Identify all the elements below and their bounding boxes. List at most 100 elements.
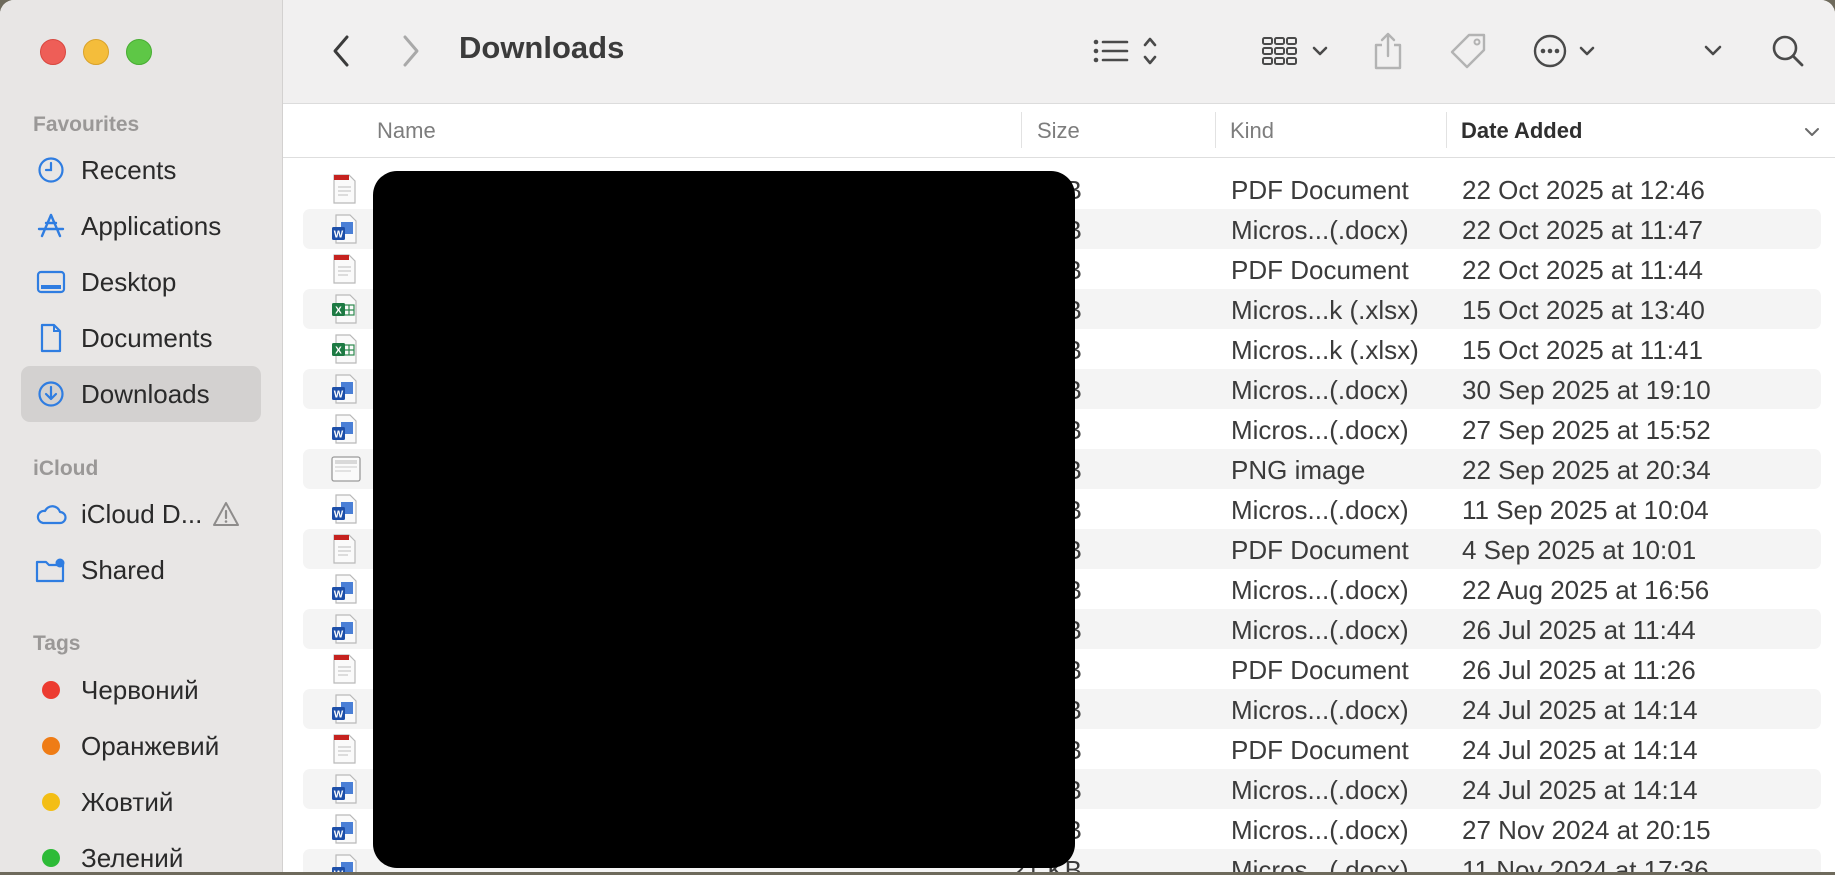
tag-color-dot (33, 849, 69, 867)
file-kind: Micros...(.docx) (1231, 375, 1409, 405)
file-kind: PDF Document (1231, 175, 1409, 205)
sidebar-item-icloud-drive[interactable]: iCloud D... (21, 486, 261, 542)
file-kind: Micros...(.docx) (1231, 815, 1409, 845)
file-date-added: 30 Sep 2025 at 19:10 (1462, 375, 1711, 405)
file-date-added: 24 Jul 2025 at 14:14 (1462, 775, 1698, 805)
svg-text:W: W (334, 430, 344, 441)
sidebar-item-label: Downloads (81, 378, 210, 409)
file-date-added: 26 Jul 2025 at 11:26 (1462, 655, 1696, 685)
svg-text:W: W (334, 390, 344, 401)
sidebar-tag-yellow[interactable]: Жовтий (21, 774, 261, 830)
word-file-icon: W (331, 694, 357, 731)
sidebar-item-label: Recents (81, 154, 177, 185)
chevron-down-icon (1704, 45, 1722, 56)
grid-group-icon (1262, 37, 1328, 65)
sidebar-item-downloads[interactable]: Downloads (21, 366, 261, 422)
column-header-date-added[interactable]: Date Added (1461, 118, 1582, 144)
sidebar-item-label: Зелений (81, 842, 184, 873)
sidebar-item-documents[interactable]: Documents (21, 310, 261, 366)
sidebar-tag-red[interactable]: Червоний (21, 662, 261, 718)
sidebar-item-label: iCloud D... (81, 498, 203, 529)
column-divider[interactable] (1446, 112, 1447, 148)
column-header-name[interactable]: Name (377, 118, 436, 144)
maximize-window-button[interactable] (126, 39, 152, 65)
excel-file-icon: X (331, 334, 357, 371)
file-kind: Micros...(.docx) (1231, 615, 1409, 645)
desktop-icon (33, 270, 69, 294)
group-button[interactable] (1258, 28, 1338, 74)
pdf-file-icon (331, 534, 357, 571)
view-mode-button[interactable] (1090, 28, 1170, 74)
file-date-added: 26 Jul 2025 at 11:44 (1462, 615, 1696, 645)
download-icon (33, 380, 69, 408)
toolbar-overflow-button[interactable] (1693, 28, 1733, 74)
sidebar: Favourites Recents Applications Desktop … (0, 0, 283, 872)
column-header-size[interactable]: Size (1037, 118, 1080, 144)
excel-file-icon: X (331, 294, 357, 331)
word-file-icon: W (331, 414, 357, 451)
sidebar-item-label: Червоний (81, 674, 199, 705)
tag-color-dot (33, 793, 69, 811)
word-file-icon: W (331, 574, 357, 611)
file-date-added: 27 Sep 2025 at 15:52 (1462, 415, 1711, 445)
word-file-icon: W (331, 614, 357, 651)
sidebar-tag-orange[interactable]: Оранжевий (21, 718, 261, 774)
png-file-icon (331, 454, 361, 491)
back-button[interactable] (323, 28, 359, 74)
file-kind: Micros...(.docx) (1231, 415, 1409, 445)
file-kind: Micros...(.docx) (1231, 495, 1409, 525)
more-actions-button[interactable] (1530, 26, 1606, 76)
file-date-added: 4 Sep 2025 at 10:01 (1462, 535, 1697, 565)
share-button[interactable] (1363, 26, 1413, 76)
file-kind: PDF Document (1231, 655, 1409, 685)
column-divider[interactable] (1215, 112, 1216, 148)
share-icon (1374, 32, 1402, 70)
clock-icon (33, 156, 69, 184)
sidebar-item-label: Applications (81, 210, 222, 241)
file-kind: PDF Document (1231, 735, 1409, 765)
sidebar-item-label: Shared (81, 554, 165, 585)
search-button[interactable] (1763, 26, 1813, 76)
sidebar-item-recents[interactable]: Recents (21, 142, 261, 198)
warning-icon[interactable] (212, 501, 240, 527)
word-file-icon: W (331, 774, 357, 811)
column-divider[interactable] (1021, 112, 1022, 148)
close-window-button[interactable] (40, 39, 66, 65)
sidebar-item-desktop[interactable]: Desktop (21, 254, 261, 310)
word-file-icon: W (331, 494, 357, 531)
file-kind: Micros...k (.xlsx) (1231, 335, 1419, 365)
sidebar-item-label: Documents (81, 322, 213, 353)
word-file-icon: W (331, 374, 357, 411)
file-kind: Micros...(.docx) (1231, 775, 1409, 805)
chevron-left-icon (333, 35, 349, 67)
sort-chevron-down-icon[interactable] (1803, 126, 1821, 138)
search-icon (1772, 35, 1804, 67)
list-view-icon (1093, 37, 1157, 65)
svg-text:W: W (334, 510, 344, 521)
file-date-added: 27 Nov 2024 at 20:15 (1462, 815, 1711, 845)
window-title: Downloads (459, 30, 625, 65)
file-date-added: 24 Jul 2025 at 14:14 (1462, 695, 1698, 725)
svg-text:X: X (335, 306, 342, 317)
toolbar: Downloads (283, 0, 1835, 104)
svg-text:X: X (335, 346, 342, 357)
word-file-icon: W (331, 814, 357, 851)
pdf-file-icon (331, 734, 357, 771)
tag-color-dot (33, 737, 69, 755)
sidebar-item-applications[interactable]: Applications (21, 198, 261, 254)
column-header-bar: Name Size Kind Date Added (283, 104, 1835, 158)
file-date-added: 22 Oct 2025 at 11:44 (1462, 255, 1703, 285)
forward-button[interactable] (393, 28, 429, 74)
sidebar-tag-green[interactable]: Зелений (21, 830, 261, 872)
file-date-added: 11 Nov 2024 at 17:36 (1462, 855, 1709, 872)
svg-text:W: W (334, 870, 344, 873)
file-kind: Micros...(.docx) (1231, 215, 1409, 245)
svg-text:W: W (334, 790, 344, 801)
sidebar-item-shared[interactable]: Shared (21, 542, 261, 598)
finder-window: Favourites Recents Applications Desktop … (0, 0, 1835, 872)
tags-button[interactable] (1443, 26, 1493, 76)
column-header-kind[interactable]: Kind (1230, 118, 1274, 144)
tag-icon (1450, 33, 1486, 69)
minimize-window-button[interactable] (83, 39, 109, 65)
pdf-file-icon (331, 174, 357, 211)
